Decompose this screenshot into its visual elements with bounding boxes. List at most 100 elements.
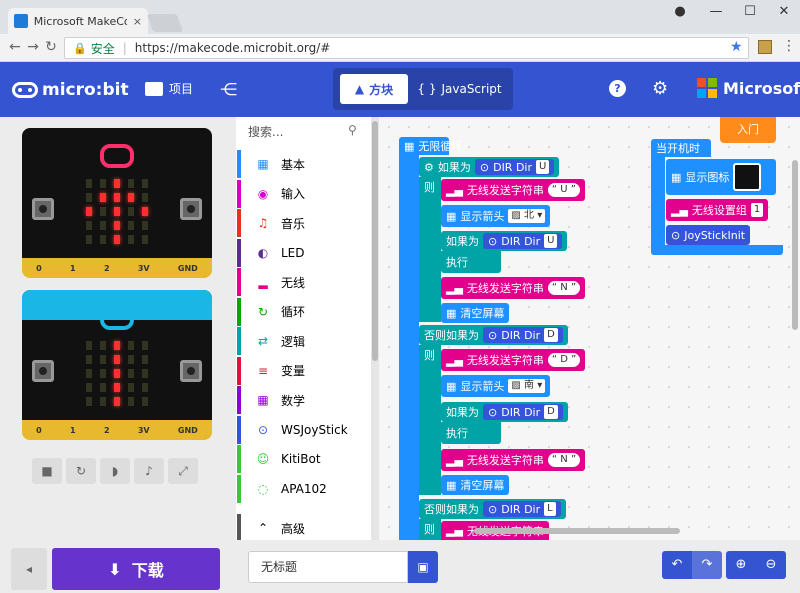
radio-send-string-block[interactable]: ▂▄ 无线发送字符串 “ D ” — [441, 349, 586, 371]
joystick-dir-block[interactable]: ⊙ DIR Dir U — [483, 233, 563, 249]
button-a[interactable] — [32, 360, 54, 382]
fullscreen-icon[interactable]: ⤢ — [168, 458, 198, 484]
pin-label[interactable]: 3V — [138, 426, 150, 435]
toolbox-search-input[interactable]: 搜索... — [248, 123, 363, 141]
restart-icon[interactable]: ↻ — [66, 458, 96, 484]
toolbox-category[interactable]: ♫ 音乐 — [237, 209, 371, 237]
browser-menu-icon[interactable]: ⋮ — [782, 38, 796, 54]
projects-button[interactable]: 项目 — [145, 80, 193, 97]
toolbox-category[interactable]: ☺ KitiBot — [237, 445, 371, 473]
share-icon[interactable]: ⋲ — [220, 80, 237, 100]
microbit-simulator-board-2[interactable]: 0 1 2 3V GND — [22, 290, 212, 440]
joystick-init-block[interactable]: ⊙ JoyStickInit — [666, 225, 751, 245]
string-value[interactable]: “ U ” — [547, 183, 580, 197]
getting-started-button[interactable]: 入门 — [720, 117, 776, 143]
toolbox-category[interactable]: ▂ 无线 — [237, 268, 371, 296]
mute-icon[interactable]: ♪ — [134, 458, 164, 484]
arrow-dropdown[interactable]: ▨ 北 ▾ — [508, 209, 546, 223]
string-value[interactable]: “ D ” — [547, 353, 581, 367]
if-block[interactable]: ⚙ 如果为 ⊙ DIR Dir U — [419, 157, 560, 177]
toolbox-category[interactable]: ▦ 数学 — [237, 386, 371, 414]
button-b[interactable] — [180, 198, 202, 220]
search-icon[interactable]: ⚲ — [348, 123, 357, 137]
zoom-in-icon[interactable]: ⊕ — [726, 551, 756, 579]
joystick-dir-block[interactable]: ⊙ DIR Dir U — [474, 159, 555, 175]
dir-dropdown[interactable]: U — [544, 234, 558, 248]
close-window-button[interactable]: ✕ — [766, 0, 800, 26]
save-icon[interactable]: ▣ — [408, 551, 438, 583]
pin-label[interactable]: 2 — [104, 264, 110, 273]
project-name-input[interactable]: 无标题 — [248, 551, 408, 583]
toolbox-advanced[interactable]: ⌃ 高级 — [237, 514, 371, 542]
tab-blocks[interactable]: ▲ 方块 — [340, 74, 408, 104]
collapse-simulator-icon[interactable]: ◂ — [11, 548, 47, 590]
toolbox-category[interactable]: ▦ 基本 — [237, 150, 371, 178]
url-input[interactable]: 🔒 安全 | https://makecode.microbit.org/# — [64, 37, 749, 59]
string-value[interactable]: “ N ” — [547, 453, 581, 467]
radio-set-group-block[interactable]: ▂▄ 无线设置组 1 — [666, 199, 769, 221]
dir-dropdown[interactable]: L — [544, 502, 556, 516]
forward-arrow-icon[interactable]: → — [24, 38, 42, 56]
icon-picker[interactable] — [733, 163, 762, 191]
microbit-simulator-board-1[interactable]: 0 1 2 3V GND — [22, 128, 212, 278]
extension-icon[interactable] — [758, 40, 772, 54]
help-icon[interactable]: ? — [609, 80, 626, 97]
blocks-workspace[interactable]: ▦ 无限循环 ⚙ 如果为 ⊙ DIR Dir U 则 ▂▄ 无线发送字符串 “ … — [379, 117, 800, 540]
nested-if-block[interactable]: 如果为 ⊙ DIR Dir U — [441, 231, 568, 251]
minimize-button[interactable]: — — [698, 0, 734, 26]
string-value[interactable]: “ N ” — [547, 281, 581, 295]
tab-close-icon[interactable]: × — [133, 15, 142, 28]
profile-icon[interactable]: ● — [662, 0, 698, 26]
microsoft-logo[interactable]: Microsoft — [697, 78, 800, 98]
joystick-dir-block[interactable]: ⊙ DIR Dir D — [483, 327, 563, 343]
stop-icon[interactable]: ■ — [32, 458, 62, 484]
toolbox-category[interactable]: ↻ 循环 — [237, 297, 371, 326]
forever-block[interactable]: ▦ 无限循环 — [399, 137, 462, 155]
new-tab-button[interactable] — [146, 14, 184, 32]
toolbox-scrollbar[interactable] — [371, 117, 379, 540]
radio-send-string-block[interactable]: ▂▄ 无线发送字符串 “ N ” — [441, 449, 586, 471]
slow-motion-icon[interactable]: ◗ — [100, 458, 130, 484]
dir-dropdown[interactable]: D — [544, 405, 558, 419]
back-arrow-icon[interactable]: ← — [6, 38, 24, 56]
arrow-dropdown[interactable]: ▨ 南 ▾ — [508, 379, 546, 393]
toolbox-category[interactable]: ⊙ WSJoyStick — [237, 415, 371, 444]
group-number-input[interactable]: 1 — [750, 203, 764, 217]
toolbox-category[interactable]: ≡ 变量 — [237, 356, 371, 385]
pin-label[interactable]: 2 — [104, 426, 110, 435]
gear-icon[interactable]: ⚙ — [652, 78, 668, 99]
redo-icon[interactable]: ↷ — [692, 551, 722, 579]
pin-label[interactable]: GND — [178, 264, 198, 273]
clear-screen-block[interactable]: ▦ 清空屏幕 — [441, 303, 510, 323]
on-start-block[interactable]: 当开机时 — [651, 139, 711, 157]
show-icon-block[interactable]: ▦ 显示图标 — [666, 159, 776, 195]
pin-label[interactable]: 1 — [70, 264, 76, 273]
joystick-dir-block[interactable]: ⊙ DIR Dir D — [483, 404, 563, 420]
dir-dropdown[interactable]: U — [536, 160, 550, 174]
zoom-out-icon[interactable]: ⊖ — [756, 551, 786, 579]
pin-label[interactable]: 3V — [138, 264, 150, 273]
bookmark-star-icon[interactable]: ★ — [730, 39, 743, 55]
microbit-logo[interactable]: micro:bit — [12, 80, 129, 100]
toolbox-category[interactable]: ◐ LED — [237, 238, 371, 267]
show-arrow-block[interactable]: ▦ 显示箭头 ▨ 南 ▾ — [441, 375, 551, 397]
toolbox-category[interactable]: ◌ APA102 — [237, 474, 371, 503]
button-a[interactable] — [32, 198, 54, 220]
toolbox-category[interactable]: ◉ 输入 — [237, 179, 371, 208]
toolbox-category[interactable]: ⇄ 逻辑 — [237, 327, 371, 355]
else-if-block[interactable]: 否则如果为 ⊙ DIR Dir D — [419, 325, 568, 345]
show-arrow-block[interactable]: ▦ 显示箭头 ▨ 北 ▾ — [441, 205, 551, 227]
pin-label[interactable]: 0 — [36, 426, 42, 435]
workspace-horizontal-scrollbar[interactable] — [474, 528, 680, 534]
clear-screen-block[interactable]: ▦ 清空屏幕 — [441, 475, 510, 495]
pin-label[interactable]: 1 — [70, 426, 76, 435]
reload-icon[interactable]: ↻ — [42, 38, 60, 56]
button-b[interactable] — [180, 360, 202, 382]
radio-send-string-block[interactable]: ▂▄ 无线发送字符串 “ N ” — [441, 277, 586, 299]
pin-label[interactable]: 0 — [36, 264, 42, 273]
workspace-vertical-scrollbar[interactable] — [792, 160, 798, 330]
radio-send-string-block[interactable]: ▂▄ 无线发送字符串 “ U ” — [441, 179, 585, 201]
tab-javascript[interactable]: { } JavaScript — [412, 74, 507, 104]
maximize-button[interactable]: ☐ — [732, 0, 768, 26]
nested-if-block[interactable]: 如果为 ⊙ DIR Dir D — [441, 402, 568, 422]
